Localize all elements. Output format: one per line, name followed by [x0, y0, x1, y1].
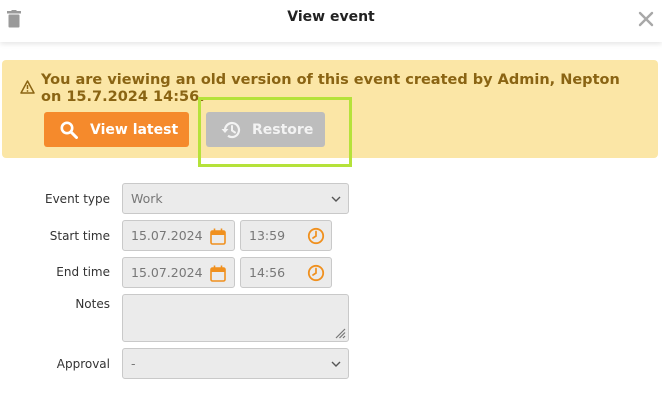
close-icon[interactable] [638, 11, 654, 27]
chevron-down-icon [331, 361, 341, 367]
start-time-input[interactable]: 13:59 [240, 220, 332, 251]
search-icon [60, 121, 78, 139]
end-time-label: End time [56, 265, 110, 279]
start-time-label: Start time [49, 229, 110, 243]
old-version-message: You are viewing an old version of this e… [41, 72, 620, 105]
end-date-value: 15.07.2024 [131, 265, 203, 280]
end-date-input[interactable]: 15.07.2024 [122, 257, 235, 288]
notes-textarea[interactable] [122, 294, 349, 342]
notes-label: Notes [75, 297, 110, 311]
resize-grip-icon[interactable] [334, 327, 346, 339]
restore-label: Restore [252, 121, 314, 138]
warning-icon [20, 80, 35, 94]
approval-label: Approval [56, 357, 110, 371]
approval-select[interactable]: - [122, 348, 349, 379]
restore-button[interactable]: Restore [206, 112, 325, 147]
start-date-value: 15.07.2024 [131, 228, 203, 243]
calendar-icon[interactable] [210, 228, 226, 245]
calendar-icon[interactable] [210, 265, 226, 282]
end-time-value: 14:56 [249, 265, 286, 280]
end-time-input[interactable]: 14:56 [240, 257, 332, 288]
event-type-value: Work [131, 191, 163, 206]
clock-icon[interactable] [307, 227, 325, 245]
dialog-header: View event [0, 0, 662, 42]
event-type-label: Event type [45, 192, 110, 206]
start-time-value: 13:59 [249, 228, 286, 243]
history-icon [221, 121, 241, 138]
clock-icon[interactable] [307, 264, 325, 282]
view-latest-button[interactable]: View latest [44, 112, 189, 147]
start-date-input[interactable]: 15.07.2024 [122, 220, 235, 251]
chevron-down-icon [331, 196, 341, 202]
view-latest-label: View latest [90, 121, 179, 138]
approval-value: - [131, 356, 136, 371]
event-type-select[interactable]: Work [122, 183, 349, 214]
dialog-title: View event [287, 9, 375, 25]
